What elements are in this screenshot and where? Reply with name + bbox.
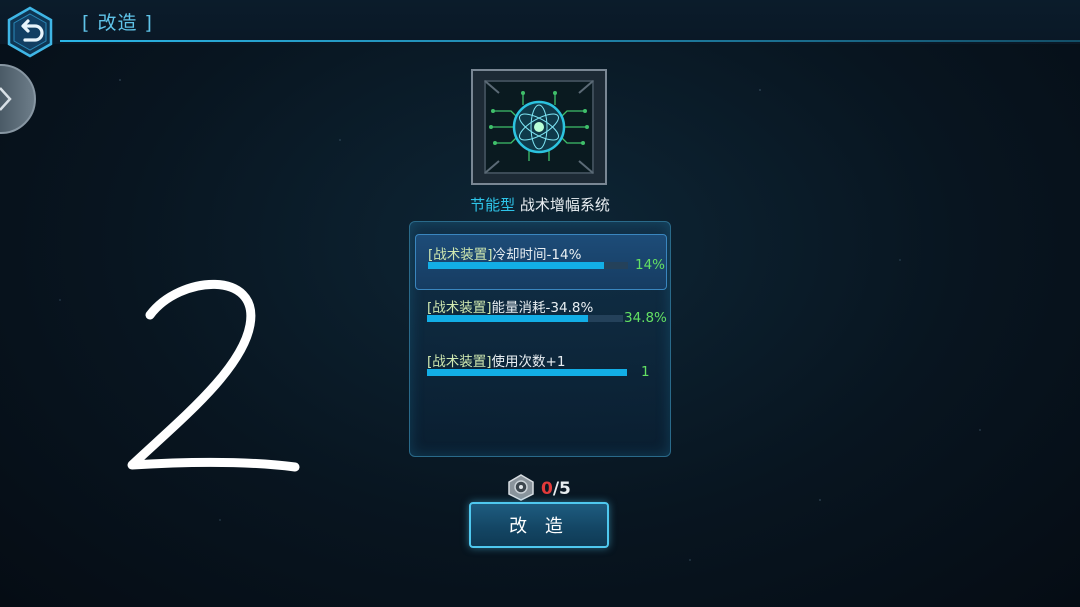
header-divider: [60, 40, 1080, 42]
stat-bar: [427, 315, 623, 322]
side-drawer-toggle[interactable]: [0, 64, 36, 134]
stat-bar: [428, 262, 628, 269]
stat-label: [战术装置]使用次数+1: [427, 354, 566, 370]
stat-value: 1: [641, 364, 650, 380]
stat-bar-fill: [427, 369, 627, 376]
stat-bar-fill: [427, 315, 588, 322]
page-title: [ 改造 ]: [82, 12, 153, 34]
stat-label: [战术装置]冷却时间-14%: [428, 247, 582, 263]
stat-bar: [427, 369, 627, 376]
back-arrow-icon: [7, 6, 53, 58]
item-icon-frame[interactable]: [471, 69, 607, 185]
material-owned: 0: [541, 479, 553, 499]
stat-row-energy[interactable]: [战术装置]能量消耗-34.8% 34.8%: [415, 288, 667, 344]
material-required: /5: [552, 479, 571, 499]
top-bar: [ 改造 ]: [0, 0, 1080, 44]
material-cost: 0/5: [541, 479, 571, 499]
item-name: 节能型 战术增幅系统: [440, 194, 640, 215]
tactical-amplifier-core-icon: [473, 71, 605, 183]
stats-panel: [战术装置]冷却时间-14% 14% [战术装置]能量消耗-34.8% 34.8…: [409, 221, 671, 457]
handwritten-numeral: 2: [127, 279, 300, 472]
item-title: 战术增幅系统: [519, 196, 610, 214]
stat-value: 34.8%: [624, 310, 667, 326]
chevron-right-icon: [0, 87, 12, 111]
part-material-icon: [505, 473, 537, 501]
stat-bar-fill: [428, 262, 604, 269]
back-button[interactable]: [4, 6, 56, 58]
stat-value: 14%: [635, 257, 666, 273]
modify-button[interactable]: 改 造: [469, 502, 609, 548]
stat-row-uses[interactable]: [战术装置]使用次数+1 1: [415, 342, 667, 398]
item-type-label: 节能型: [470, 196, 516, 214]
stat-label: [战术装置]能量消耗-34.8%: [427, 300, 594, 316]
stat-row-cooldown[interactable]: [战术装置]冷却时间-14% 14%: [415, 234, 667, 290]
